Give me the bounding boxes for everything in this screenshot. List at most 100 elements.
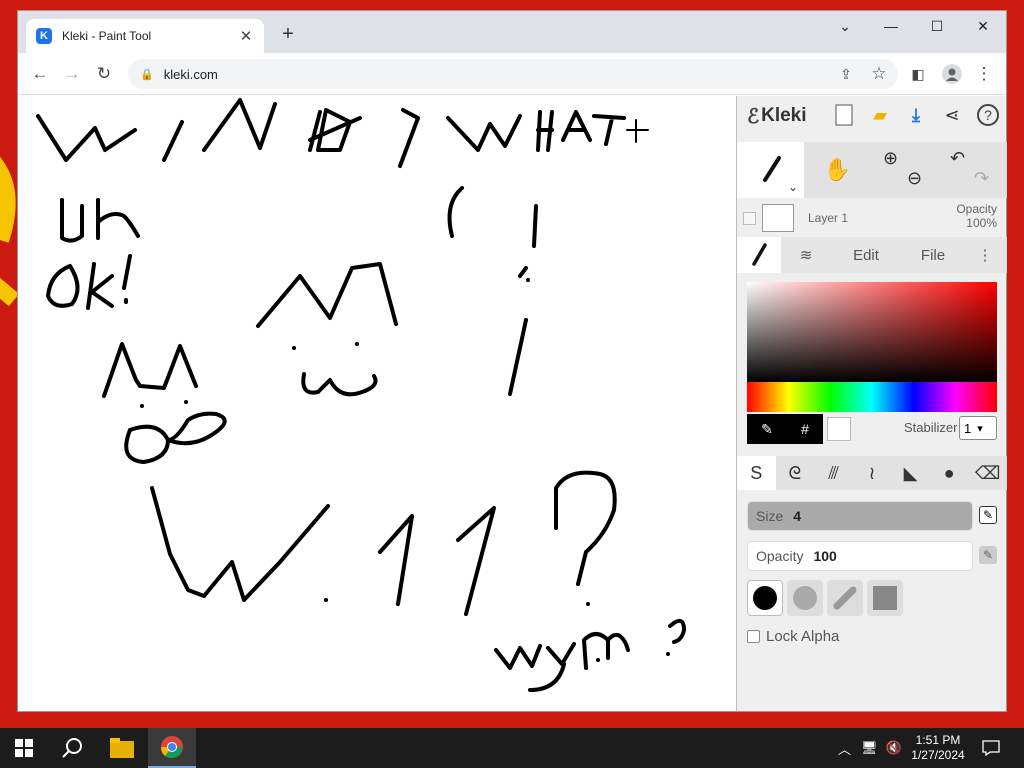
kleki-app: ℰ Kleki ▰ ⤓ ⋖ ? ⌄ ✋ ⊕ ⊖ ↶ ↷ Layer 1 Opac… [18, 96, 1007, 711]
reload-icon[interactable]: ↻ [92, 62, 116, 86]
brush-types: S ᘓ ⫻ ≀ ◣ ● ⌫ [737, 456, 1007, 490]
kleki-logo-icon: ℰ [747, 105, 760, 128]
zoom-in-icon[interactable]: ⊕ [883, 148, 898, 169]
profile-avatar-icon[interactable] [940, 62, 964, 86]
kleki-favicon-icon: K [36, 28, 52, 44]
tab-kleki[interactable]: K Kleki - Paint Tool ✕ [26, 19, 264, 53]
opacity-slider[interactable]: Opacity 100 [747, 541, 973, 571]
chevron-down-icon: ▾ [977, 422, 983, 435]
new-image-icon[interactable] [831, 102, 857, 128]
lock-alpha-option[interactable]: Lock Alpha [747, 628, 839, 645]
brush-tool-tab[interactable]: ⌄ [737, 142, 804, 198]
tab-layers[interactable]: ≋ [781, 237, 831, 273]
lock-alpha-checkbox[interactable] [747, 630, 760, 643]
address-bar[interactable]: 🔒 kleki.com [128, 59, 898, 89]
eyedropper-icon[interactable]: ✎ [761, 421, 773, 438]
smudge-brush-tab[interactable]: ● [930, 456, 969, 490]
chevron-up-icon[interactable]: ︿ [838, 739, 851, 758]
browser-window: K Kleki - Paint Tool ✕ + ⌄ — ☐ ✕ ← → ↻ 🔒… [18, 11, 1007, 711]
close-tab-icon[interactable]: ✕ [238, 27, 254, 45]
layer-thumbnail [762, 204, 794, 232]
zoom-tool-tab[interactable]: ⊕ ⊖ [871, 142, 938, 198]
more-options-icon[interactable]: ⋮ [965, 237, 1005, 273]
layer-row[interactable]: Layer 1 Opacity 100% [737, 200, 1007, 236]
layers-icon: ≋ [799, 247, 813, 264]
eraser-icon[interactable]: ⌫ [968, 456, 1007, 490]
scribble-drawing [36, 98, 686, 692]
blend-brush-tab[interactable]: ᘓ [776, 456, 815, 490]
redo-icon[interactable]: ↷ [974, 168, 989, 189]
sketchy-brush-tab[interactable]: ⫻ [814, 456, 853, 490]
square-brush-icon[interactable] [867, 580, 903, 616]
undo-icon[interactable]: ↶ [950, 148, 965, 169]
menu-dots-icon[interactable]: ⋮ [972, 62, 996, 86]
kleki-logo-text: Kleki [761, 105, 807, 126]
chemy-brush-tab[interactable]: ◣ [891, 456, 930, 490]
lock-alpha-label: Lock Alpha [766, 628, 840, 645]
clock-time: 1:51 PM [915, 733, 961, 747]
stabilizer-value: 1 [964, 420, 972, 436]
help-icon[interactable]: ? [975, 102, 1001, 128]
round-soft-brush-icon[interactable] [787, 580, 823, 616]
forward-icon[interactable]: → [60, 62, 84, 86]
layer-opacity-label: Opacity [956, 202, 997, 216]
tool-tabs: ⌄ ✋ ⊕ ⊖ ↶ ↷ [737, 142, 1007, 198]
bookmark-star-icon[interactable]: ☆ [867, 62, 891, 86]
secondary-color-swatch[interactable] [827, 417, 851, 441]
browser-toolbar: ← → ↻ 🔒 kleki.com ⇪ ☆ ◧ ⋮ [18, 53, 1006, 95]
pen-brush-tab[interactable]: S [737, 456, 776, 490]
size-value: 4 [793, 508, 802, 524]
tray-icons: ︿ 🖥 🔇 [838, 728, 902, 768]
layer-opacity-value: 100% [966, 216, 997, 230]
opacity-label: Opacity [756, 548, 804, 564]
opacity-value: 100 [813, 548, 837, 564]
maximize-button[interactable]: ☐ [914, 11, 960, 41]
tab-search-chevron-icon[interactable]: ⌄ [822, 11, 868, 41]
back-icon[interactable]: ← [28, 62, 52, 86]
pixel-brush-tab[interactable]: ≀ [853, 456, 892, 490]
search-icon[interactable] [48, 728, 96, 768]
zoom-out-icon[interactable]: ⊖ [907, 168, 922, 189]
side-panel-icon[interactable]: ◧ [906, 62, 930, 86]
windows-start-icon[interactable] [0, 728, 48, 768]
color-picker-bar: ✎ # [747, 414, 823, 444]
size-slider[interactable]: Size 4 [747, 501, 973, 531]
round-hard-brush-icon[interactable] [747, 580, 783, 616]
opacity-pressure-toggle-icon[interactable]: ✎ [979, 546, 997, 564]
taskbar: ︿ 🖥 🔇 1:51 PM 1/27/2024 [0, 728, 1024, 768]
stabilizer-select[interactable]: 1 ▾ [959, 416, 997, 440]
size-pressure-toggle-icon[interactable]: ✎ [979, 506, 997, 524]
notification-icon[interactable] [982, 728, 1000, 768]
clock[interactable]: 1:51 PM 1/27/2024 [908, 733, 968, 763]
volume-muted-icon[interactable]: 🔇 [886, 740, 902, 756]
chalk-brush-icon[interactable] [827, 580, 863, 616]
undo-redo-tab[interactable]: ↶ ↷ [938, 142, 1005, 198]
brush-shapes [747, 580, 903, 616]
hand-icon: ✋ [823, 157, 852, 182]
drawing-canvas[interactable] [18, 96, 736, 711]
tab-edit[interactable]: Edit [831, 237, 901, 273]
hue-slider[interactable] [747, 382, 997, 412]
stabilizer-label: Stabilizer [904, 420, 958, 435]
lock-icon: 🔒 [140, 68, 154, 81]
chrome-taskbar-icon[interactable] [148, 728, 196, 768]
minimize-button[interactable]: — [868, 11, 914, 41]
tab-file[interactable]: File [901, 237, 965, 273]
url-text: kleki.com [163, 66, 218, 82]
tab-brush[interactable] [737, 237, 781, 273]
hand-tool-tab[interactable]: ✋ [804, 142, 871, 198]
layer-name: Layer 1 [808, 211, 849, 225]
share-icon[interactable]: ⋖ [939, 102, 965, 128]
download-icon[interactable]: ⤓ [903, 102, 929, 128]
chevron-down-icon[interactable]: ⌄ [788, 180, 798, 194]
color-saturation-picker[interactable] [747, 282, 997, 382]
close-window-button[interactable]: ✕ [960, 11, 1006, 41]
hex-input-button[interactable]: # [801, 421, 809, 437]
share-icon[interactable]: ⇪ [834, 62, 858, 86]
layer-visibility-checkbox[interactable] [743, 211, 756, 225]
tab-strip: K Kleki - Paint Tool ✕ + ⌄ — ☐ ✕ [18, 11, 1006, 53]
file-explorer-icon[interactable] [98, 728, 146, 768]
new-tab-button[interactable]: + [276, 23, 300, 47]
open-folder-icon[interactable]: ▰ [867, 102, 893, 128]
network-icon[interactable]: 🖥 [861, 740, 878, 756]
